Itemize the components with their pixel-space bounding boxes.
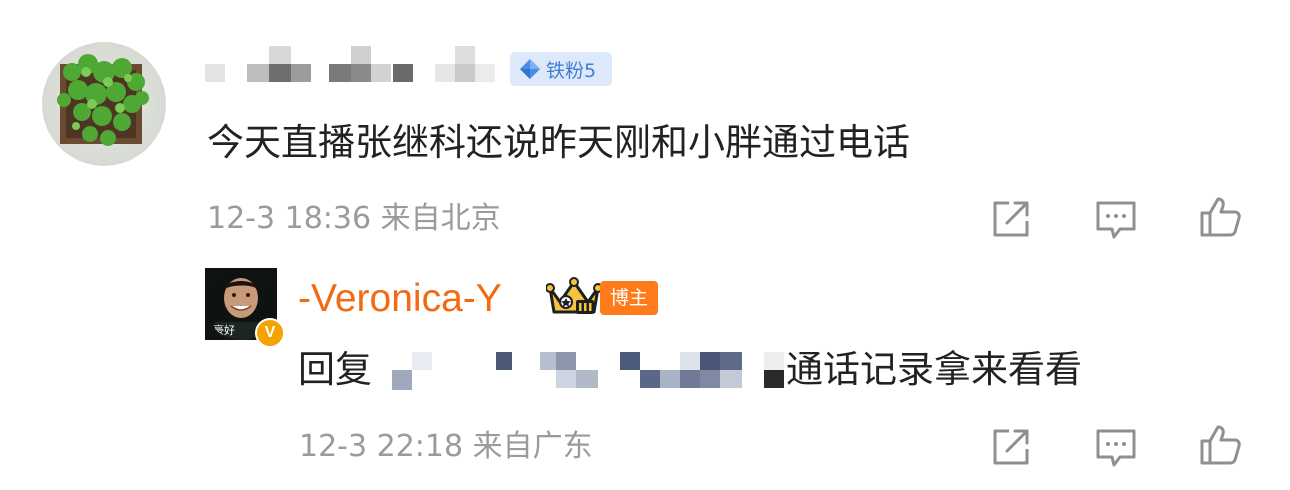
reply-timestamp: 12-3 22:18 — [299, 429, 464, 464]
share-button[interactable] — [989, 197, 1033, 241]
comment-icon — [1096, 201, 1136, 239]
like-icon — [1200, 425, 1241, 465]
reply-button[interactable] — [1094, 197, 1138, 241]
plant-avatar-image — [57, 54, 149, 146]
fan-level-label: 铁粉5 — [546, 59, 597, 82]
fan-level-badge: 铁粉5 — [510, 52, 612, 86]
comment-icon — [1096, 429, 1136, 467]
commenter-avatar[interactable] — [42, 42, 166, 166]
reply-prefix: 回复 — [298, 348, 372, 391]
reply-meta: 12-3 22:18 来自广东 — [299, 429, 593, 465]
avatar-caption: 豪好 — [213, 324, 235, 337]
diamond-icon — [520, 59, 540, 79]
crown-icon — [546, 277, 602, 314]
replier-avatar[interactable]: 豪好 V — [205, 268, 285, 348]
comment-timestamp: 12-3 18:36 — [207, 201, 372, 236]
comment-meta: 12-3 18:36 来自北京 — [207, 201, 501, 237]
reply-share-button[interactable] — [989, 425, 1033, 469]
share-icon — [993, 201, 1029, 237]
comment-text: 今天直播张继科还说昨天刚和小胖通过电话 — [207, 121, 910, 164]
blogger-badge: 博主 — [600, 281, 658, 315]
replier-username[interactable]: -Veronica-Y — [298, 276, 502, 322]
reply-text: 通话记录拿来看看 — [786, 348, 1082, 391]
comment-location: 来自北京 — [380, 201, 501, 236]
reply-location: 来自广东 — [472, 429, 593, 464]
blurred-mention[interactable] — [392, 346, 784, 392]
share-icon — [993, 429, 1029, 465]
like-button[interactable] — [1198, 195, 1242, 239]
blurred-username[interactable] — [205, 40, 505, 86]
reply-like-button[interactable] — [1198, 423, 1242, 467]
reply-comment-button[interactable] — [1094, 425, 1138, 469]
verified-badge-icon: V — [255, 318, 285, 348]
like-icon — [1200, 197, 1241, 237]
